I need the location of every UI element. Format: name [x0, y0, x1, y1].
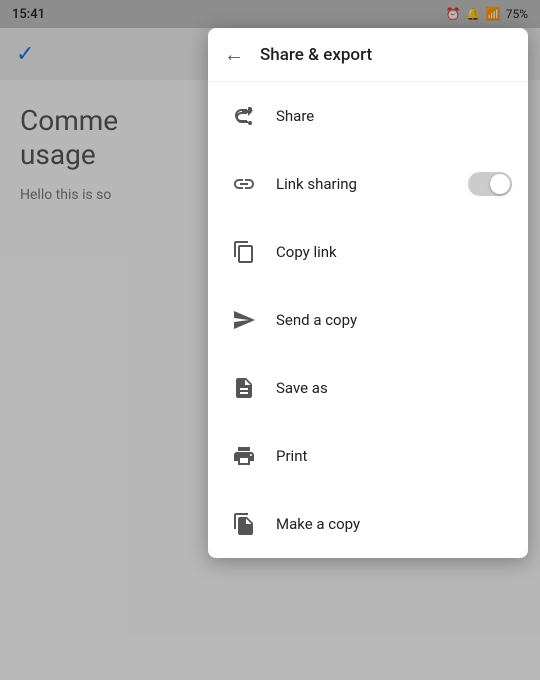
link-icon: [224, 164, 264, 204]
menu-header: ← Share & export: [208, 28, 528, 82]
send-copy-icon: [224, 300, 264, 340]
toggle-knob: [490, 174, 510, 194]
menu-item-print[interactable]: Print: [208, 422, 528, 490]
share-icon: [224, 96, 264, 136]
make-copy-label: Make a copy: [276, 515, 512, 533]
menu-title: Share & export: [260, 45, 372, 65]
make-copy-icon: [224, 504, 264, 544]
link-sharing-toggle[interactable]: [468, 172, 512, 196]
menu-item-share[interactable]: Share: [208, 82, 528, 150]
menu-item-save-as[interactable]: Save as: [208, 354, 528, 422]
link-sharing-label: Link sharing: [276, 175, 468, 193]
save-as-label: Save as: [276, 379, 512, 397]
menu-item-make-copy[interactable]: Make a copy: [208, 490, 528, 558]
copy-link-icon: [224, 232, 264, 272]
menu-item-link-sharing[interactable]: Link sharing: [208, 150, 528, 218]
print-label: Print: [276, 447, 512, 465]
send-copy-label: Send a copy: [276, 311, 512, 329]
share-export-menu: ← Share & export Share Link sharing: [208, 28, 528, 558]
menu-item-copy-link[interactable]: Copy link: [208, 218, 528, 286]
share-label: Share: [276, 107, 512, 125]
back-icon[interactable]: ←: [224, 42, 244, 67]
menu-item-send-copy[interactable]: Send a copy: [208, 286, 528, 354]
print-icon: [224, 436, 264, 476]
save-as-icon: [224, 368, 264, 408]
copy-link-label: Copy link: [276, 243, 512, 261]
